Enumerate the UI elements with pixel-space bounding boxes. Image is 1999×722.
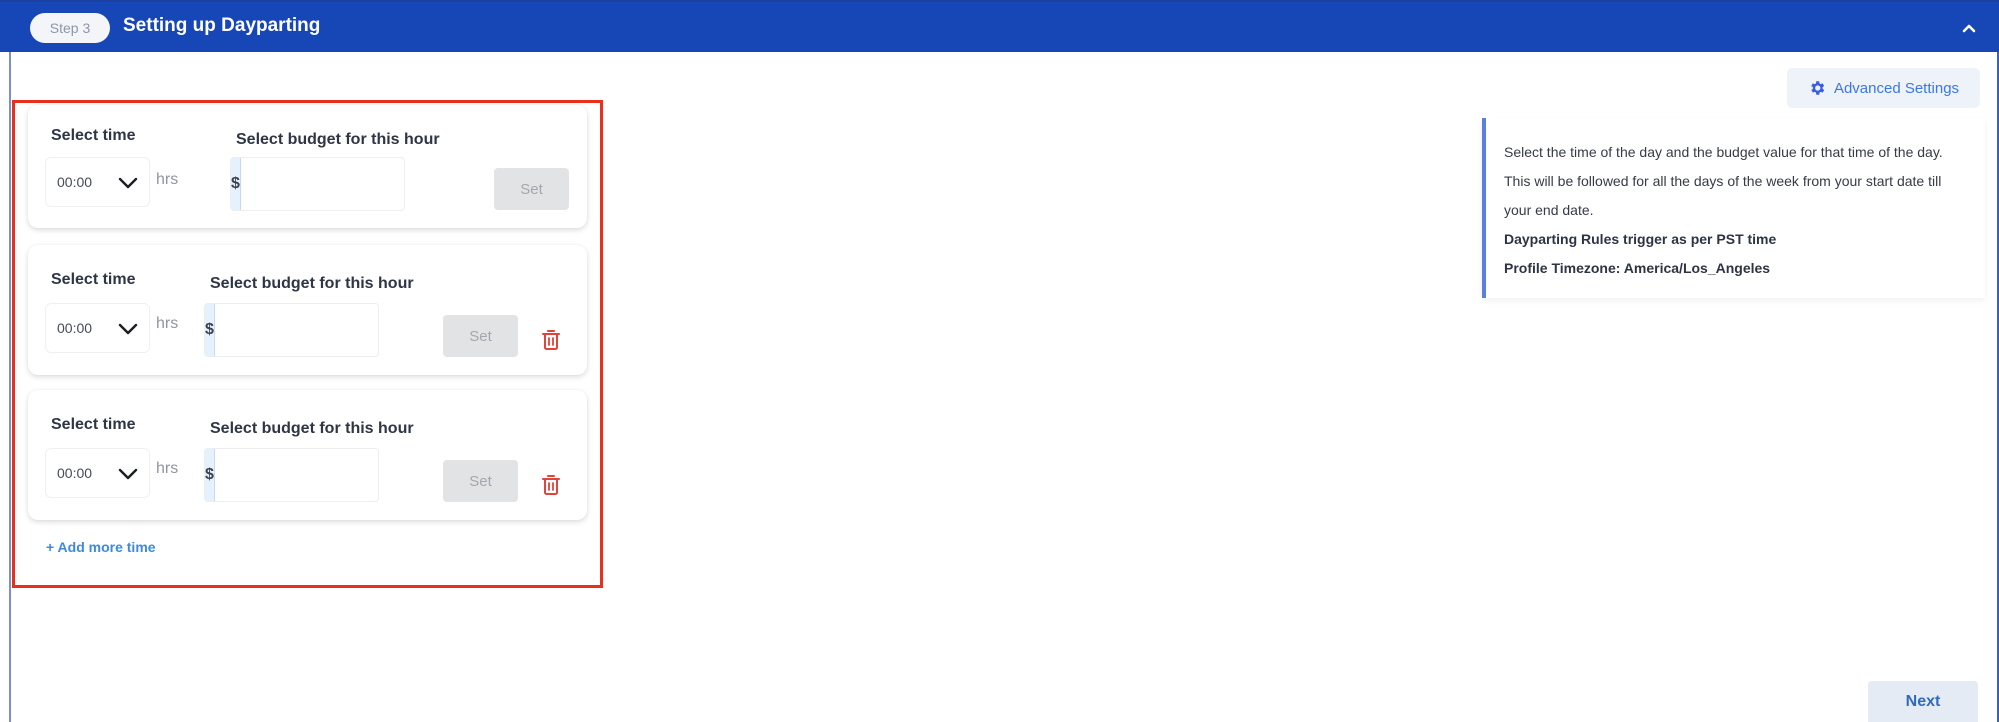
advanced-settings-label: Advanced Settings [1833, 79, 1960, 97]
time-select[interactable]: 00:00 [45, 303, 150, 353]
budget-input[interactable] [214, 449, 378, 501]
chevron-down-icon [118, 468, 138, 480]
time-slot-card: Select time 00:00 hrs Select budget for … [28, 105, 587, 228]
hrs-unit: hrs [156, 171, 179, 188]
budget-field[interactable]: $ [204, 448, 379, 502]
add-more-time-link[interactable]: + Add more time [46, 539, 156, 555]
step-header[interactable]: Step 3 Setting up Dayparting [0, 0, 1999, 52]
select-time-label: Select time [51, 416, 136, 433]
chevron-down-icon [118, 177, 138, 189]
time-select[interactable]: 00:00 [45, 448, 150, 498]
select-budget-label: Select budget for this hour [236, 131, 440, 148]
currency-prefix: $ [231, 158, 241, 210]
hrs-unit: hrs [156, 315, 179, 332]
select-budget-label: Select budget for this hour [210, 420, 414, 437]
gear-icon [1811, 81, 1825, 95]
chevron-down-icon [118, 323, 138, 335]
budget-field[interactable]: $ [204, 303, 379, 357]
currency-prefix: $ [205, 449, 215, 501]
timezone-note: Profile Timezone: America/Los_Angeles [1504, 260, 1771, 276]
set-button[interactable]: Set [443, 315, 518, 357]
next-button[interactable]: Next [1868, 681, 1978, 722]
select-budget-label: Select budget for this hour [210, 275, 414, 292]
time-select[interactable]: 00:00 [45, 157, 150, 207]
budget-input[interactable] [240, 158, 404, 210]
time-slot-card: Select time 00:00 hrs Select budget for … [28, 245, 587, 375]
trash-icon[interactable] [542, 474, 560, 496]
select-time-label: Select time [51, 127, 136, 144]
chevron-up-icon[interactable] [1961, 20, 1977, 36]
currency-prefix: $ [205, 304, 215, 356]
time-value: 00:00 [57, 320, 93, 336]
advanced-settings-button[interactable]: Advanced Settings [1787, 68, 1980, 108]
trigger-note: Dayparting Rules trigger as per PST time [1504, 231, 1777, 247]
budget-field[interactable]: $ [230, 157, 405, 211]
set-button[interactable]: Set [443, 460, 518, 502]
time-value: 00:00 [57, 465, 93, 481]
select-time-label: Select time [51, 271, 136, 288]
step-badge: Step 3 [30, 13, 110, 43]
time-value: 00:00 [57, 174, 93, 190]
time-slot-card: Select time 00:00 hrs Select budget for … [28, 390, 587, 520]
info-description: Select the time of the day and the budge… [1504, 144, 1943, 218]
hrs-unit: hrs [156, 460, 179, 477]
budget-input[interactable] [214, 304, 378, 356]
trash-icon[interactable] [542, 329, 560, 351]
section-title: Setting up Dayparting [123, 15, 321, 36]
set-button[interactable]: Set [494, 168, 569, 210]
info-panel: Select the time of the day and the budge… [1482, 118, 1985, 298]
panel-border-left [9, 52, 11, 722]
